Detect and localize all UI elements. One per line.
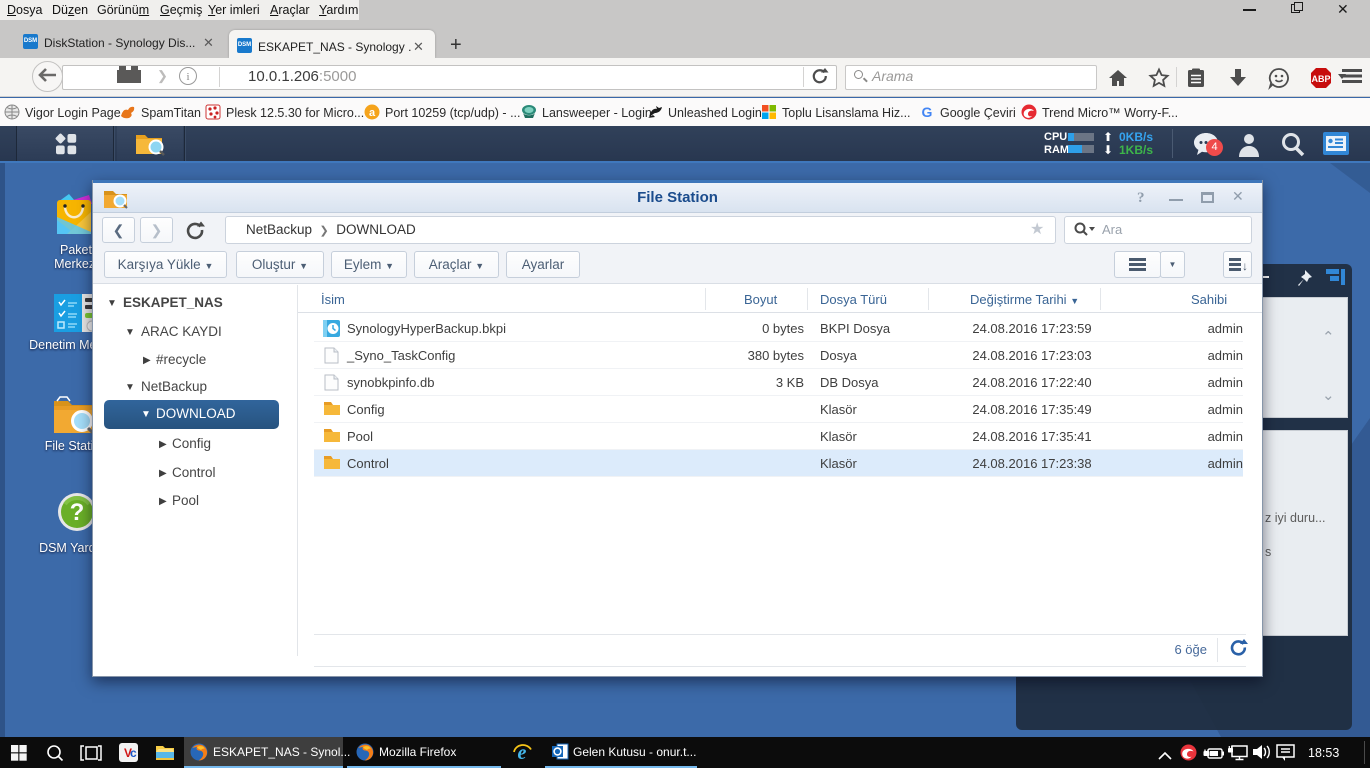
svg-text:?: ? bbox=[70, 499, 85, 526]
svg-text:c: c bbox=[130, 746, 137, 760]
svg-text:G: G bbox=[922, 104, 933, 120]
svg-text:ABP: ABP bbox=[1311, 74, 1330, 84]
svg-text:a: a bbox=[369, 107, 376, 119]
